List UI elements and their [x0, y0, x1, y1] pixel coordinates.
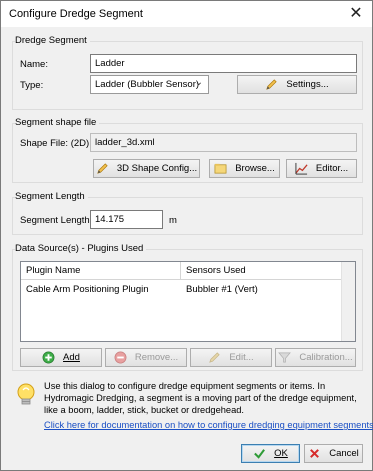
documentation-link[interactable]: Click here for documentation on how to c…	[44, 420, 373, 430]
edit-label: Edit...	[229, 352, 254, 363]
shape-file-group-label: Segment shape file	[15, 117, 100, 128]
column-header-plugin-name[interactable]: Plugin Name	[26, 265, 80, 276]
remove-plugin-button[interactable]: Remove...	[105, 348, 187, 367]
name-input[interactable]: Ladder	[90, 54, 357, 73]
add-icon	[42, 351, 55, 364]
settings-label: Settings...	[286, 79, 329, 90]
vertical-scrollbar[interactable]	[341, 262, 355, 341]
chart-edit-icon	[295, 162, 308, 175]
sensors-used-cell: Bubbler #1 (Vert)	[186, 284, 258, 295]
name-label: Name:	[20, 59, 48, 70]
remove-icon	[114, 351, 127, 364]
pencil-icon	[266, 79, 278, 90]
configure-dredge-segment-dialog: Configure Dredge Segment ✕ Dredge Segmen…	[0, 0, 373, 471]
column-header-sensors-used[interactable]: Sensors Used	[186, 265, 246, 276]
remove-label: Remove...	[134, 352, 179, 363]
add-plugin-button[interactable]: Add	[20, 348, 102, 367]
checkmark-icon	[254, 449, 266, 459]
ok-button[interactable]: OK	[241, 444, 300, 463]
dredge-segment-group-label: Dredge Segment	[15, 35, 90, 46]
segment-length-input[interactable]: 14.175	[90, 210, 163, 229]
title-bar: Configure Dredge Segment ✕	[1, 1, 372, 27]
chevron-down-icon: ⌄	[194, 77, 203, 88]
plugins-table[interactable]: Plugin Name Sensors Used Cable Arm Posit…	[20, 261, 356, 342]
editor-button[interactable]: Editor...	[286, 159, 357, 178]
settings-button[interactable]: Settings...	[237, 75, 357, 94]
lightbulb-icon	[17, 383, 35, 405]
data-sources-group-label: Data Source(s) - Plugins Used	[15, 243, 147, 254]
funnel-icon	[278, 352, 292, 363]
type-select[interactable]: Ladder (Bubbler Sensor) ⌄	[90, 75, 209, 94]
edit-plugin-button[interactable]: Edit...	[190, 348, 272, 367]
segment-length-group-label: Segment Length	[15, 191, 88, 202]
info-panel: Use this dialog to configure dredge equi…	[13, 380, 373, 434]
type-label: Type:	[20, 80, 44, 91]
editor-label: Editor...	[315, 163, 349, 174]
shape-file-input[interactable]: ladder_3d.xml	[90, 133, 357, 152]
window-title: Configure Dredge Segment	[9, 8, 143, 20]
segment-length-label: Segment Length:	[20, 215, 93, 226]
cancel-label: Cancel	[329, 448, 359, 459]
browse-button[interactable]: Browse...	[209, 159, 280, 178]
cancel-button[interactable]: Cancel	[304, 444, 363, 463]
calibration-button[interactable]: Calibration...	[275, 348, 356, 367]
calibration-label: Calibration...	[299, 352, 353, 363]
plugin-name-cell: Cable Arm Positioning Plugin	[26, 284, 149, 295]
type-selected-value: Ladder (Bubbler Sensor)	[95, 79, 200, 90]
ok-label: OK	[274, 448, 288, 459]
shape-config-label: 3D Shape Config...	[116, 163, 198, 174]
info-text: Use this dialog to configure dredge equi…	[44, 381, 357, 415]
browse-label: Browse...	[235, 163, 275, 174]
shape-file-label: Shape File: (2D):	[20, 138, 92, 149]
close-icon[interactable]: ✕	[346, 4, 366, 24]
shape-config-button[interactable]: 3D Shape Config...	[93, 159, 200, 178]
pencil-icon	[97, 163, 108, 174]
table-header: Plugin Name Sensors Used	[21, 262, 355, 280]
cancel-icon	[310, 449, 320, 458]
add-label: Add	[63, 352, 80, 363]
segment-length-unit: m	[169, 215, 177, 226]
folder-icon	[214, 163, 227, 174]
column-divider[interactable]	[180, 262, 181, 280]
pencil-icon	[209, 352, 221, 363]
